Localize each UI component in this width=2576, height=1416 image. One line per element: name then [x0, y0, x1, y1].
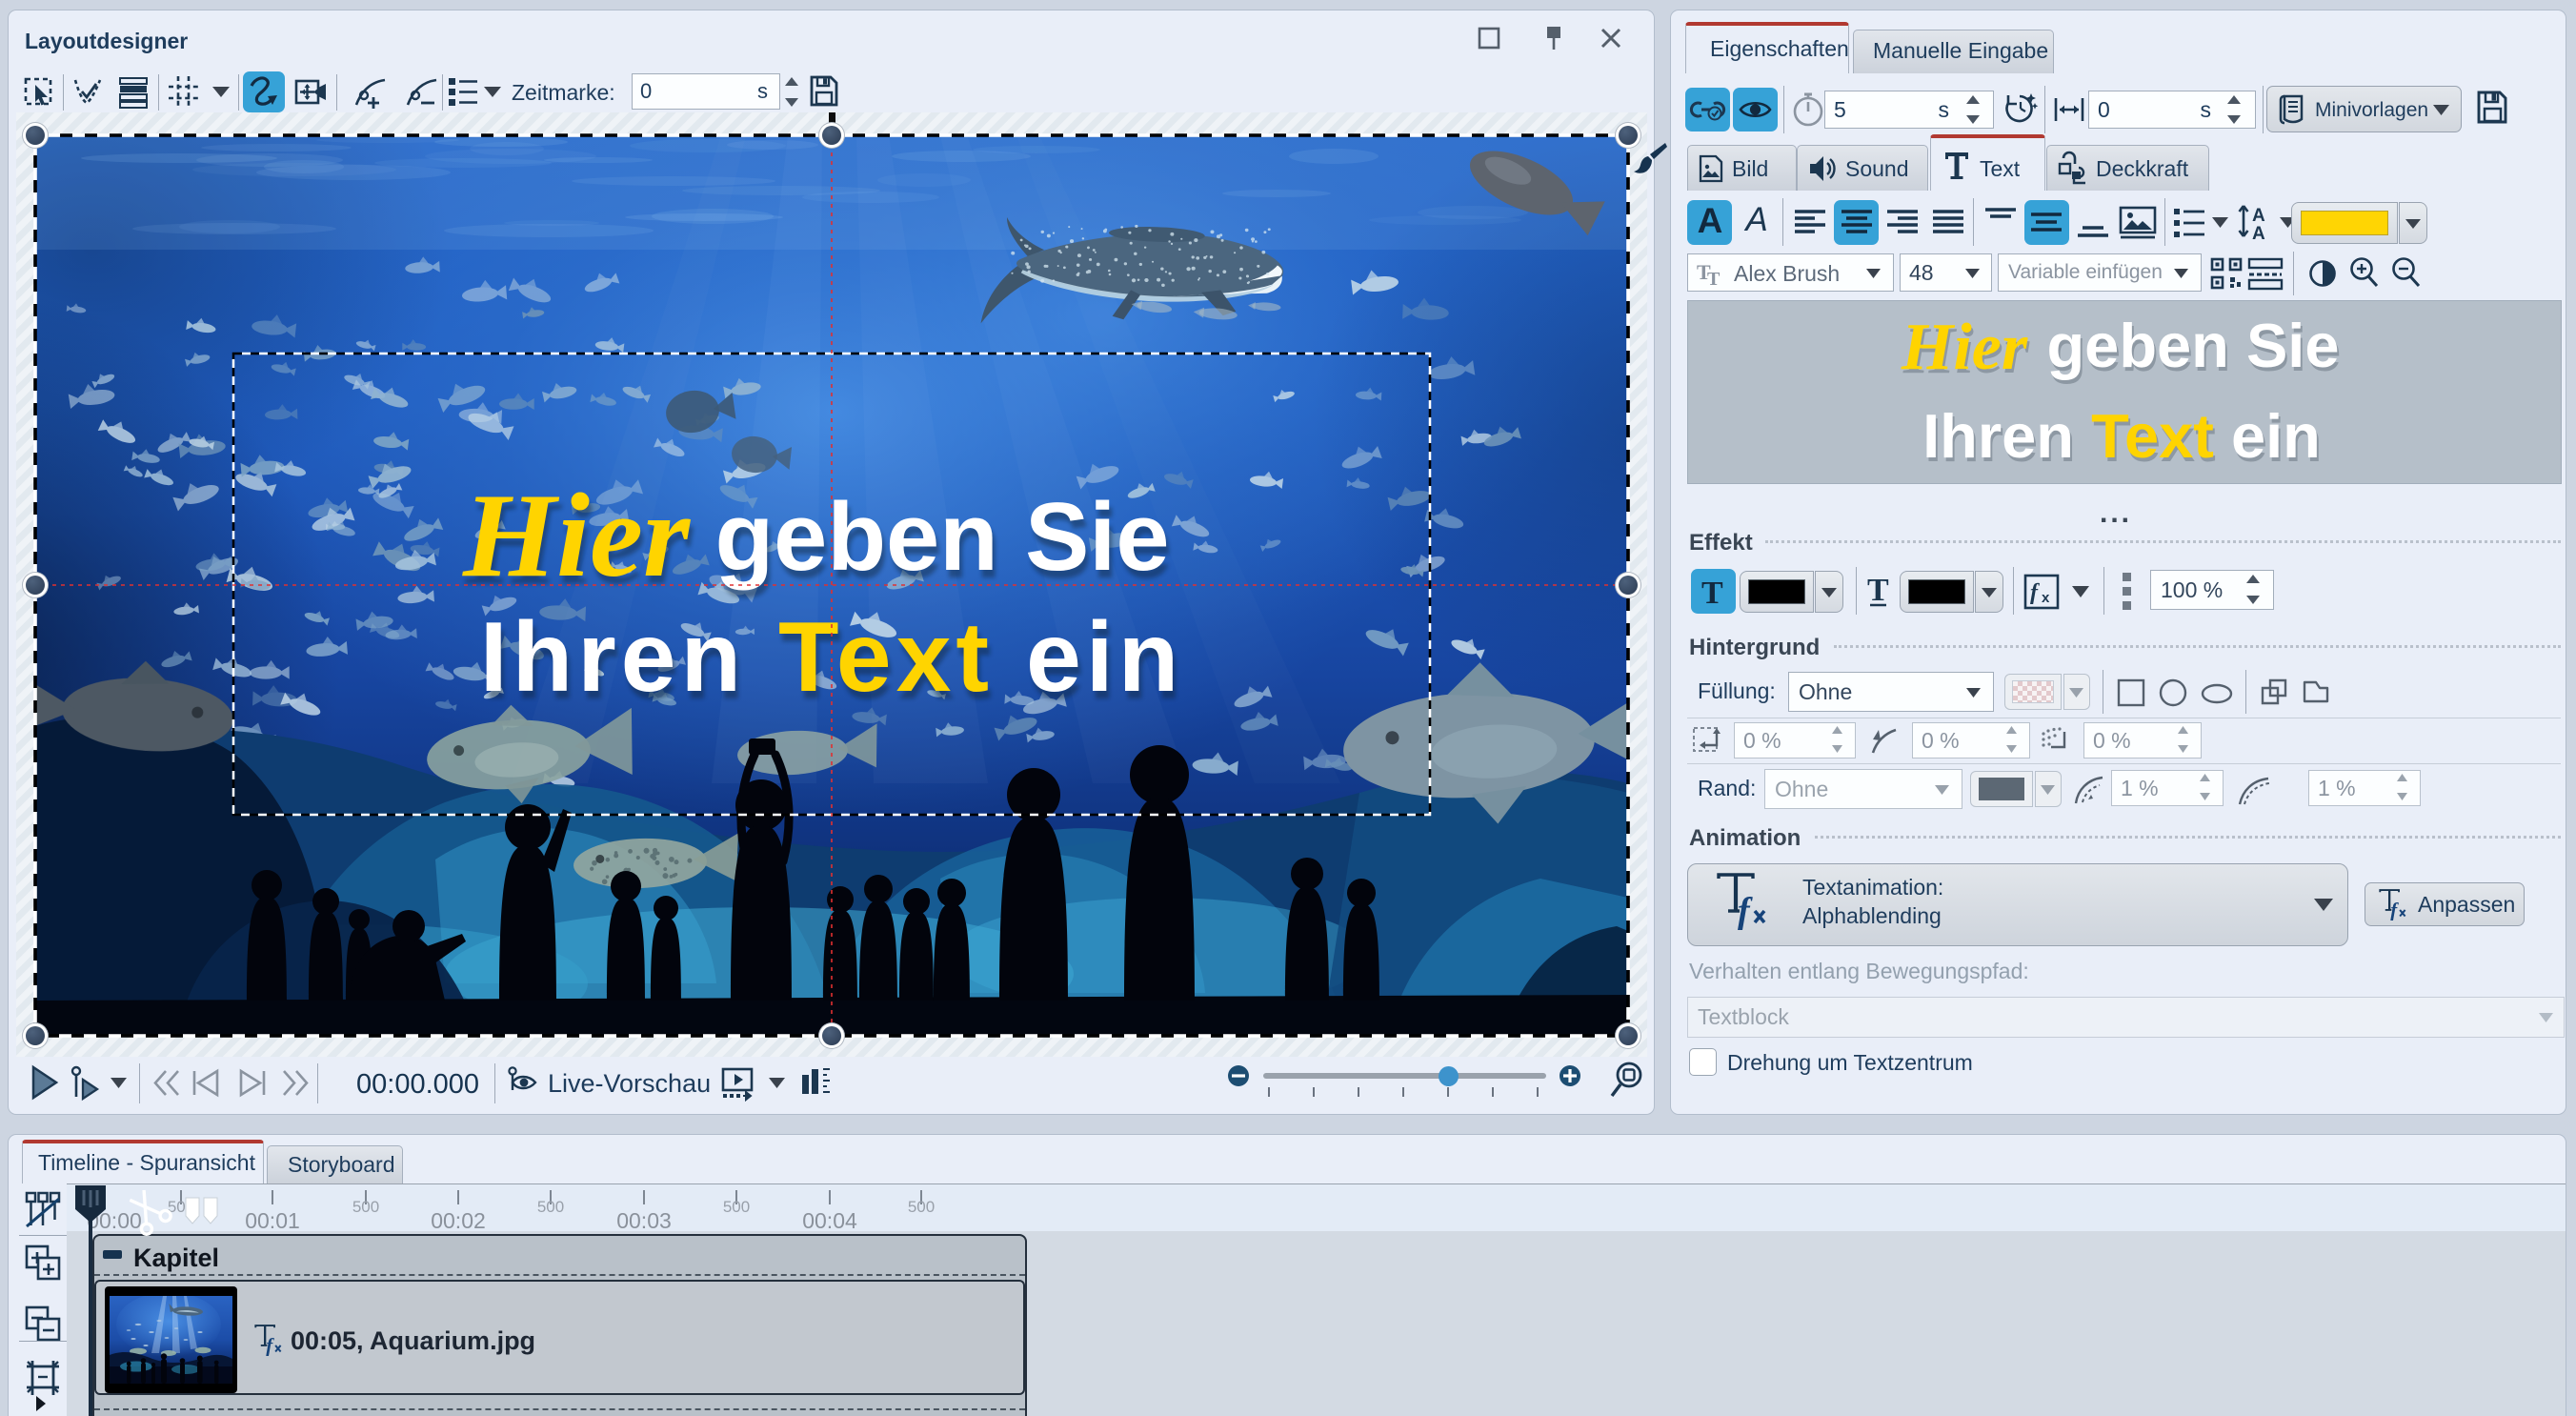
svg-text:A: A — [2252, 224, 2265, 244]
svg-text:Ihren Text ein: Ihren Text ein — [1922, 401, 2321, 471]
svg-text:f: f — [2030, 580, 2040, 605]
svg-text:A: A — [2252, 206, 2265, 226]
svg-text:T: T — [1701, 576, 1723, 611]
svg-text:f: f — [2390, 899, 2399, 921]
svg-text:Hier: Hier — [1901, 311, 2028, 384]
svg-text:f: f — [1738, 891, 1753, 931]
svg-text:geben Sie: geben Sie — [2046, 311, 2339, 380]
svg-text:T: T — [1867, 573, 1889, 608]
svg-text:f: f — [266, 1334, 274, 1357]
svg-text:x: x — [2042, 590, 2050, 606]
svg-text:T: T — [1707, 269, 1721, 290]
